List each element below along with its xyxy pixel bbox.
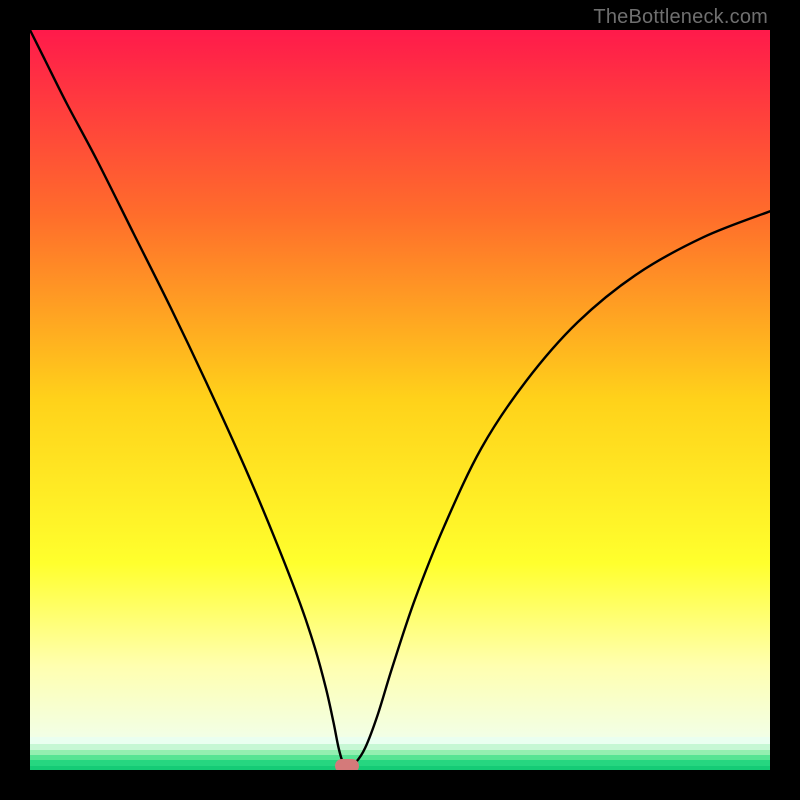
chart-frame: TheBottleneck.com bbox=[0, 0, 800, 800]
curve-layer bbox=[30, 30, 770, 770]
plot-area bbox=[30, 30, 770, 770]
minimum-marker bbox=[335, 759, 359, 770]
bottleneck-curve bbox=[30, 30, 770, 766]
watermark-text: TheBottleneck.com bbox=[593, 6, 768, 29]
